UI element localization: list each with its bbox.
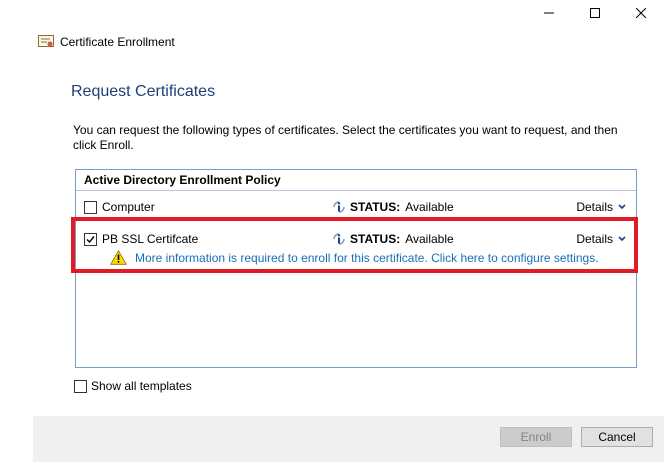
maximize-button[interactable]: [572, 0, 618, 26]
show-all-templates-checkbox[interactable]: [74, 379, 87, 393]
details-label: Details: [576, 200, 613, 214]
window-title-row: Certificate Enrollment: [38, 35, 175, 49]
page-title: Request Certificates: [71, 83, 216, 100]
minimize-icon: [544, 12, 554, 14]
enrollment-policy-panel: Active Directory Enrollment Policy Compu…: [75, 169, 637, 368]
chevron-down-icon: [618, 204, 626, 210]
show-all-templates[interactable]: Show all templates: [74, 379, 192, 393]
minimize-button[interactable]: [526, 0, 572, 26]
policy-divider: [76, 190, 636, 191]
chevron-down-icon: [618, 236, 626, 242]
details-toggle[interactable]: Details: [576, 200, 626, 214]
checkmark-icon: [86, 236, 95, 244]
cert-name: PB SSL Certifcate: [102, 232, 199, 246]
status-group: STATUS: Available: [331, 199, 454, 215]
info-icon: [333, 233, 345, 245]
configure-settings-link[interactable]: More information is required to enroll f…: [135, 251, 599, 265]
info-icon: [333, 201, 345, 213]
warning-icon: [110, 250, 127, 265]
computer-checkbox[interactable]: [84, 201, 97, 214]
footer-bar: Enroll Cancel: [33, 416, 664, 462]
cancel-button[interactable]: Cancel: [581, 427, 653, 447]
cert-row-pb-ssl: PB SSL Certifcate STATUS: Available Deta…: [84, 231, 628, 249]
status-label: STATUS:: [350, 232, 401, 246]
details-toggle[interactable]: Details: [576, 232, 626, 246]
status-value: Available: [405, 232, 454, 246]
status-group: STATUS: Available: [331, 231, 454, 247]
window-controls: [526, 0, 664, 26]
status-value: Available: [405, 200, 454, 214]
policy-title: Active Directory Enrollment Policy: [84, 173, 281, 187]
maximize-icon: [590, 8, 600, 18]
certificate-icon: [38, 35, 54, 47]
intro-text: You can request the following types of c…: [73, 123, 618, 152]
cert-name: Computer: [102, 200, 155, 214]
pb-ssl-checkbox[interactable]: [84, 233, 97, 246]
close-icon: [636, 8, 646, 18]
warning-row: More information is required to enroll f…: [110, 250, 599, 265]
details-label: Details: [576, 232, 613, 246]
show-all-templates-label: Show all templates: [91, 379, 192, 393]
window-title: Certificate Enrollment: [60, 35, 175, 49]
cert-row-computer: Computer STATUS: Available Details: [84, 199, 628, 217]
status-label: STATUS:: [350, 200, 401, 214]
enroll-button[interactable]: Enroll: [500, 427, 572, 447]
close-button[interactable]: [618, 0, 664, 26]
